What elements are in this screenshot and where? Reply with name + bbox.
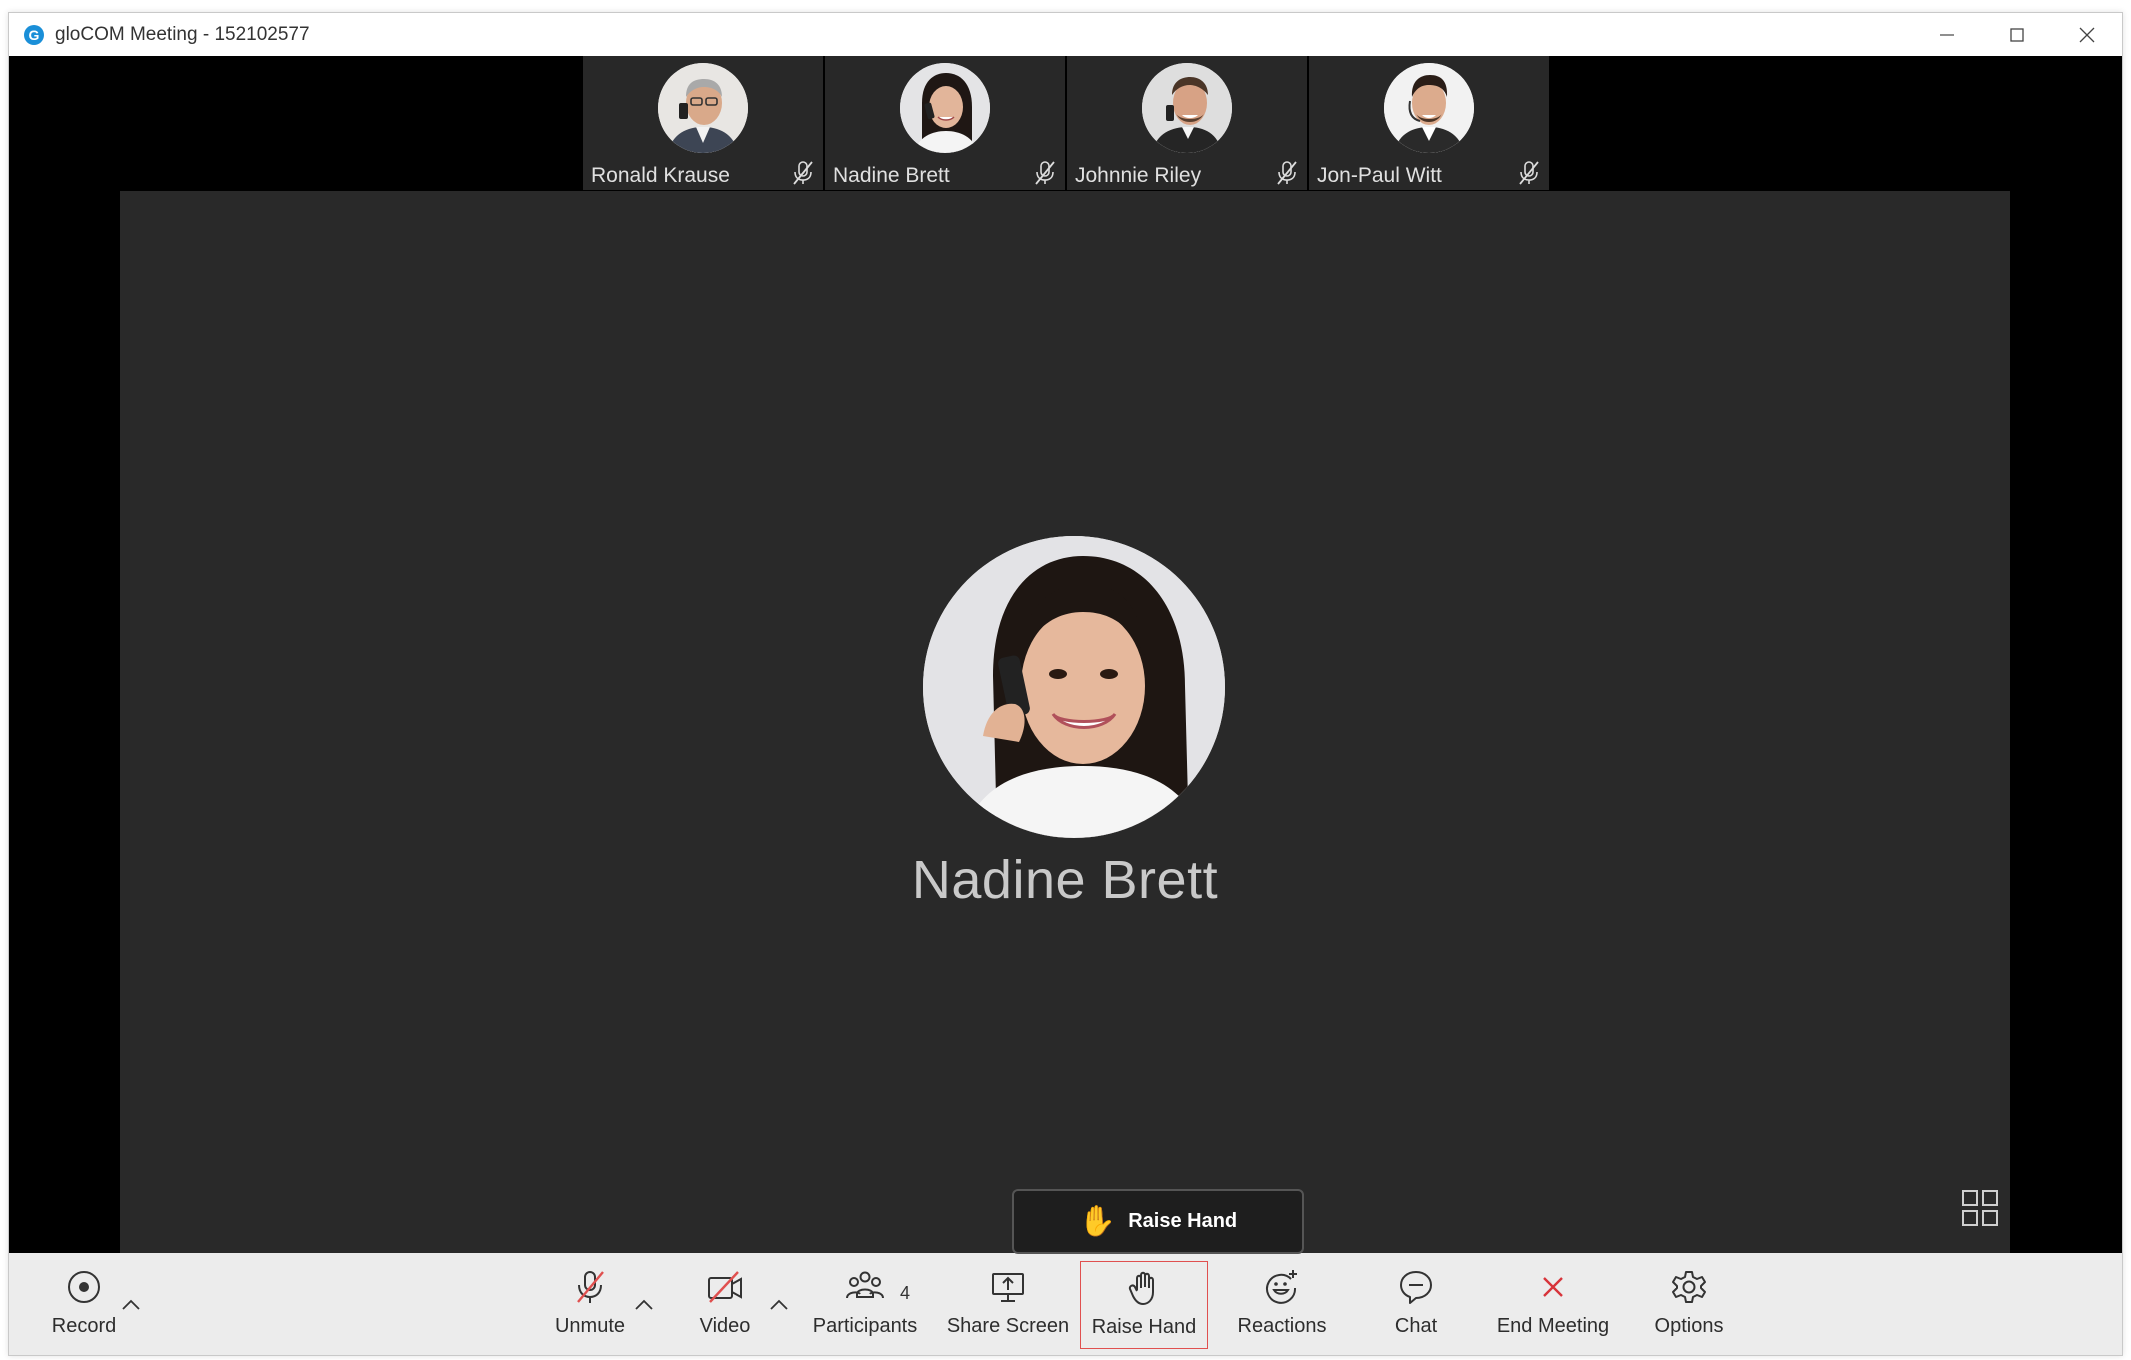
chat-label: Chat [1394, 1315, 1438, 1337]
share-screen-icon [992, 1273, 1024, 1302]
speaker-name: Nadine Brett [911, 850, 1219, 910]
participant-avatar [658, 63, 748, 153]
gear-icon [1672, 1271, 1706, 1303]
active-speaker-view: Nadine Brett [120, 191, 2010, 1254]
chevron-up-icon[interactable] [632, 1297, 656, 1313]
raise-hand-button[interactable]: Raise Hand [1080, 1261, 1208, 1349]
gallery-view-icon[interactable] [1960, 1188, 2000, 1228]
close-icon [1543, 1277, 1563, 1297]
participant-avatar [900, 63, 990, 153]
unmute-label: Unmute [554, 1315, 626, 1337]
speaker-avatar [923, 536, 1225, 838]
raise-hand-toast: ✋ Raise Hand [1012, 1189, 1304, 1254]
minimize-button[interactable] [1912, 13, 1982, 56]
participant-tile[interactable]: Jon-Paul Witt [1309, 56, 1549, 190]
participant-tile[interactable]: Ronald Krause [583, 56, 823, 190]
close-icon [2079, 27, 2095, 42]
participants-icon [846, 1271, 884, 1299]
end-meeting-label: End Meeting [1496, 1315, 1610, 1337]
options-button[interactable]: Options [1639, 1261, 1739, 1349]
video-button[interactable]: Video [675, 1261, 775, 1349]
video-label: Video [699, 1315, 751, 1337]
maximize-icon [2010, 27, 2024, 42]
options-label: Options [1654, 1315, 1724, 1337]
participant-avatar [1142, 63, 1232, 153]
toast-label: Raise Hand [1128, 1210, 1238, 1232]
meeting-toolbar: Record Unmute Video Participants 4 Share… [9, 1253, 2122, 1355]
participants-label: Participants [812, 1315, 918, 1337]
raise-hand-label: Raise Hand [1091, 1316, 1197, 1338]
minimize-icon [1940, 33, 1954, 36]
record-icon [68, 1271, 100, 1303]
mic-off-icon [1519, 161, 1539, 185]
title-bar[interactable]: G gloCOM Meeting - 152102577 [9, 13, 2122, 56]
chevron-up-icon[interactable] [119, 1297, 143, 1313]
participant-tile[interactable]: Johnnie Riley [1067, 56, 1307, 190]
mic-off-icon [793, 161, 813, 185]
record-label: Record [51, 1315, 117, 1337]
share-screen-label: Share Screen [946, 1315, 1070, 1337]
participant-name: Johnnie Riley [1075, 164, 1202, 187]
window-controls [1912, 13, 2122, 56]
chat-button[interactable]: Chat [1371, 1261, 1461, 1349]
participants-button[interactable]: Participants [804, 1261, 926, 1349]
emoji-add-icon [1266, 1270, 1297, 1304]
participant-avatar [1384, 63, 1474, 153]
unmute-button[interactable]: Unmute [540, 1261, 640, 1349]
participant-name: Nadine Brett [833, 164, 950, 187]
participant-name: Jon-Paul Witt [1317, 164, 1442, 187]
end-meeting-button[interactable]: End Meeting [1490, 1261, 1616, 1349]
participant-strip: Ronald Krause Nadine Brett Johnnie Riley… [583, 56, 1549, 190]
chevron-up-icon[interactable] [767, 1297, 791, 1313]
close-button[interactable] [2052, 13, 2122, 56]
hand-icon [1128, 1271, 1154, 1305]
meeting-window: G gloCOM Meeting - 152102577 Ronald Krau… [8, 12, 2123, 1356]
video-off-icon [708, 1271, 742, 1303]
participants-count: 4 [900, 1283, 911, 1303]
participant-name: Ronald Krause [591, 164, 730, 187]
mic-off-icon [1035, 161, 1055, 185]
chat-icon [1400, 1271, 1432, 1304]
meeting-stage: Ronald Krause Nadine Brett Johnnie Riley… [9, 56, 2122, 1254]
participant-tile[interactable]: Nadine Brett [825, 56, 1065, 190]
mic-off-icon [1277, 161, 1297, 185]
raised-hand-icon: ✋ [1078, 1205, 1117, 1238]
reactions-label: Reactions [1237, 1315, 1327, 1337]
glocom-logo-icon: G [24, 24, 44, 45]
window-title: gloCOM Meeting - 152102577 [55, 23, 310, 45]
mic-off-icon [577, 1271, 604, 1303]
share-screen-button[interactable]: Share Screen [944, 1261, 1072, 1349]
reactions-button[interactable]: Reactions [1227, 1261, 1337, 1349]
maximize-button[interactable] [1982, 13, 2052, 56]
